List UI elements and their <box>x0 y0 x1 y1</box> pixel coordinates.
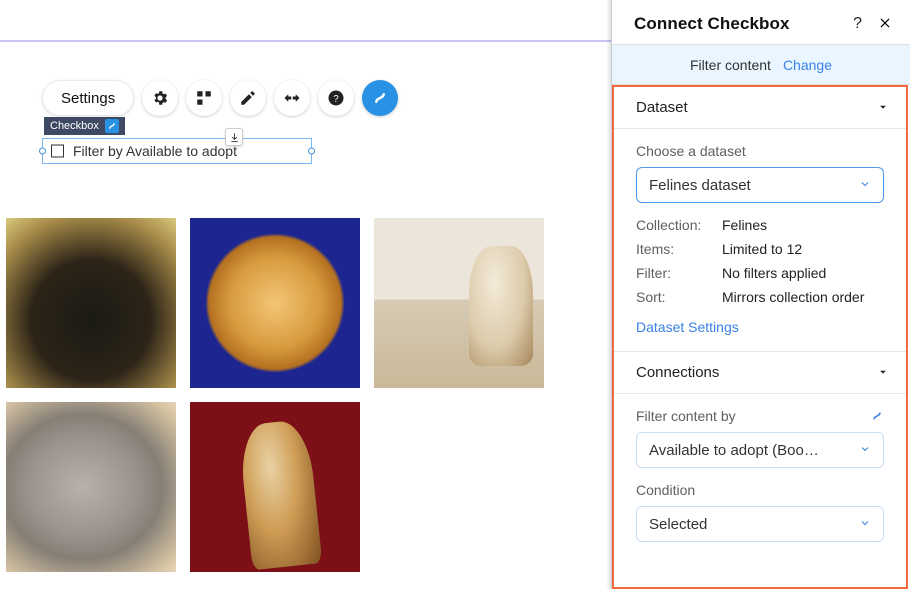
chevron-down-icon <box>878 364 888 381</box>
collection-value: Felines <box>722 217 767 233</box>
panel-title: Connect Checkbox <box>634 14 790 34</box>
gallery-image[interactable] <box>190 218 360 388</box>
filter-content-banner: Filter content Change <box>612 44 910 85</box>
dataset-settings-link[interactable]: Dataset Settings <box>636 319 884 335</box>
filter-by-label: Filter content by <box>636 408 884 424</box>
change-link[interactable]: Change <box>783 57 832 73</box>
editor-canvas[interactable]: Settings ? <box>0 0 612 589</box>
filter-by-value: Available to adopt (Boo… <box>649 442 819 459</box>
chevron-down-icon <box>878 99 888 116</box>
items-value: Limited to 12 <box>722 241 802 257</box>
panel-help-icon[interactable]: ? <box>853 15 862 33</box>
download-badge-icon[interactable] <box>225 128 243 146</box>
section-divider <box>0 40 611 42</box>
gallery-image[interactable] <box>6 402 176 572</box>
gallery-image[interactable] <box>6 218 176 388</box>
checkbox-label-text: Filter by Available to adopt <box>73 143 237 159</box>
connect-panel: Connect Checkbox ? Filter content Change… <box>612 0 910 589</box>
gallery-image[interactable] <box>190 402 360 572</box>
element-toolbar: Settings ? <box>42 80 611 116</box>
resize-handle-right[interactable] <box>308 148 315 155</box>
connections-accordion-body: Filter content by Available to adopt (Bo… <box>614 394 906 558</box>
design-icon[interactable] <box>230 80 266 116</box>
swap-icon[interactable] <box>870 409 884 423</box>
gallery-image[interactable] <box>374 218 544 388</box>
filter-value: No filters applied <box>722 265 826 281</box>
settings-button[interactable]: Settings <box>42 80 134 116</box>
checkbox-field[interactable]: Filter by Available to adopt <box>42 138 312 164</box>
filter-label: Filter: <box>636 265 716 281</box>
resize-handle-left[interactable] <box>39 148 46 155</box>
svg-text:?: ? <box>333 94 339 105</box>
scroll-shadow <box>606 0 611 589</box>
gear-icon[interactable] <box>142 80 178 116</box>
connections-accordion-header[interactable]: Connections <box>614 352 906 394</box>
collection-label: Collection: <box>636 217 716 233</box>
checkbox-element-selected[interactable]: Checkbox Filter by Available to adopt <box>42 138 312 164</box>
condition-value: Selected <box>649 516 707 533</box>
dataset-accordion-header[interactable]: Dataset <box>614 87 906 129</box>
sort-label: Sort: <box>636 289 716 305</box>
layout-icon[interactable] <box>186 80 222 116</box>
data-connection-icon <box>105 119 119 133</box>
filter-by-select[interactable]: Available to adopt (Boo… <box>636 432 884 468</box>
choose-dataset-label: Choose a dataset <box>636 143 884 159</box>
condition-select[interactable]: Selected <box>636 506 884 542</box>
panel-close-icon[interactable] <box>878 16 892 33</box>
connections-heading: Connections <box>636 364 719 381</box>
sort-value: Mirrors collection order <box>722 289 864 305</box>
chevron-down-icon <box>859 177 871 194</box>
condition-label: Condition <box>636 482 884 498</box>
element-tag-label: Checkbox <box>50 120 99 132</box>
image-gallery <box>6 218 566 572</box>
dataset-heading: Dataset <box>636 99 688 116</box>
dataset-select-value: Felines dataset <box>649 177 751 194</box>
filter-content-text: Filter content <box>690 57 771 73</box>
checkbox-square[interactable] <box>51 145 64 158</box>
dataset-accordion-body: Choose a dataset Felines dataset Collect… <box>614 129 906 352</box>
animation-icon[interactable] <box>274 80 310 116</box>
element-tag: Checkbox <box>44 117 125 135</box>
chevron-down-icon <box>859 442 871 459</box>
help-icon[interactable]: ? <box>318 80 354 116</box>
panel-highlight-region: Dataset Choose a dataset Felines dataset… <box>612 85 908 589</box>
chevron-down-icon <box>859 516 871 533</box>
dataset-select[interactable]: Felines dataset <box>636 167 884 203</box>
items-label: Items: <box>636 241 716 257</box>
panel-header: Connect Checkbox ? <box>612 0 910 44</box>
connect-data-icon[interactable] <box>362 80 398 116</box>
